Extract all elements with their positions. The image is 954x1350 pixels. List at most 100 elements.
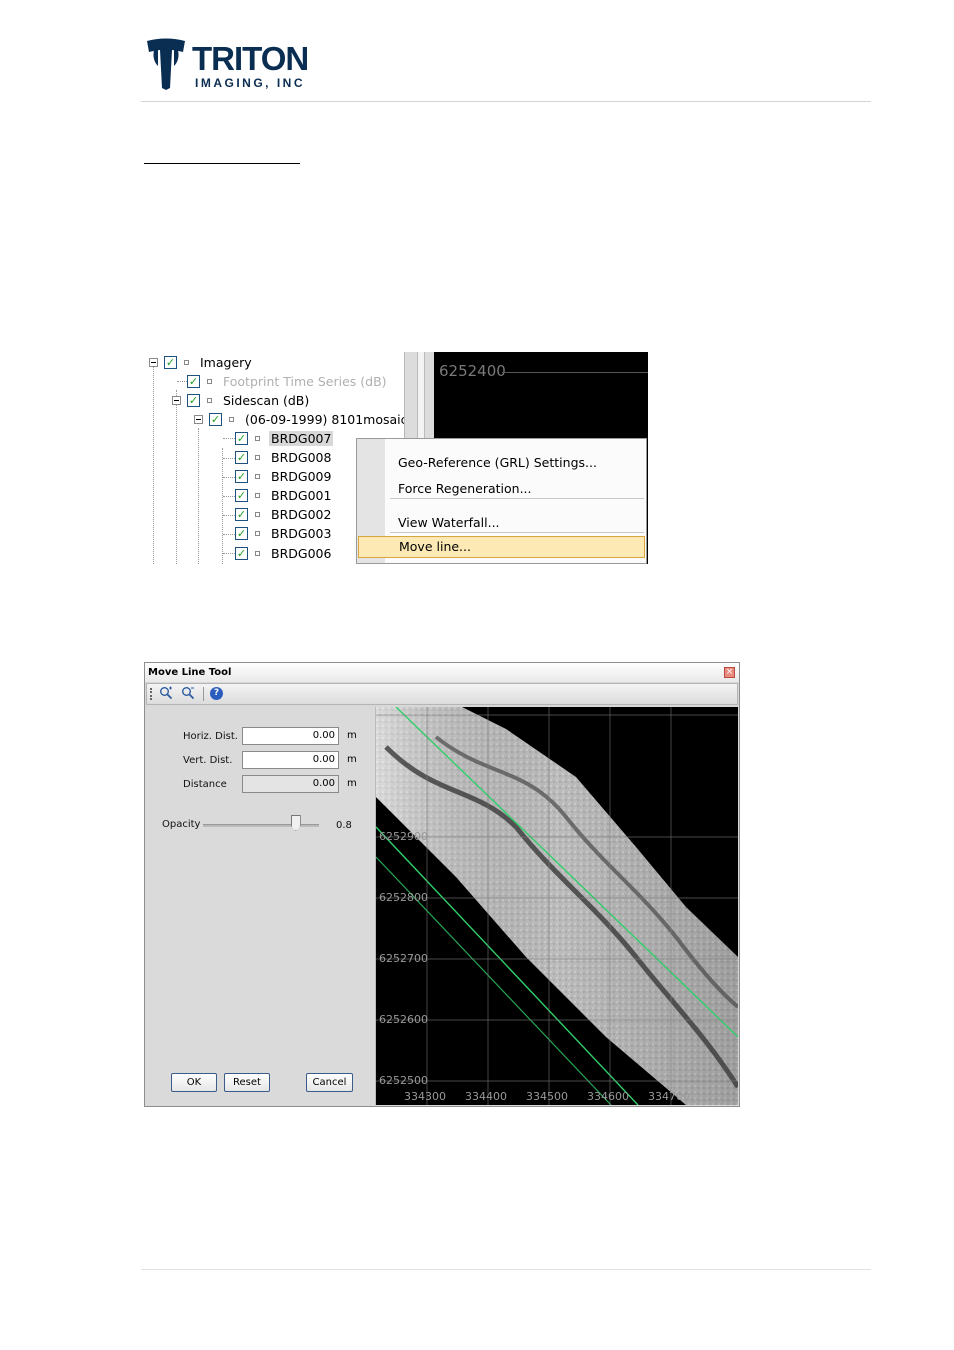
triton-logo: TRITON IMAGING, INC	[146, 38, 316, 94]
tree-node[interactable]: ✓ Footprint Time Series (dB)	[172, 372, 389, 390]
tree-connector	[223, 495, 235, 497]
opacity-value: 0.8	[336, 820, 352, 831]
y-axis-label: 6252900	[379, 830, 428, 843]
triton-trident-icon	[147, 38, 185, 90]
layer-node-icon	[207, 397, 212, 403]
opacity-slider-thumb[interactable]	[290, 815, 301, 831]
menu-item-force-regeneration[interactable]: Force Regeneration...	[390, 478, 644, 500]
settings-panel: Horiz. Dist. 0.00 m Vert. Dist. 0.00 m D…	[146, 707, 376, 1105]
layer-checkbox[interactable]: ✓	[235, 470, 248, 484]
layer-node-icon	[255, 474, 260, 480]
tree-node[interactable]: ✓ Imagery	[149, 353, 254, 371]
tree-node[interactable]: ✓ BRDG009	[235, 468, 333, 486]
help-icon[interactable]: ?	[210, 687, 223, 700]
collapse-icon[interactable]	[172, 395, 181, 405]
brand-name: TRITON	[192, 40, 309, 77]
layer-checkbox[interactable]: ✓	[235, 508, 248, 522]
distance-unit: m	[347, 778, 357, 789]
layer-node-icon	[255, 493, 260, 499]
collapse-icon[interactable]	[194, 414, 203, 424]
cancel-button[interactable]: Cancel	[306, 1073, 353, 1092]
tree-node[interactable]: ✓ BRDG003	[235, 525, 333, 543]
header-rule	[141, 101, 871, 102]
y-axis-label: 6252600	[379, 1013, 428, 1026]
tree-node[interactable]: ✓ BRDG007	[235, 429, 334, 447]
tree-node-label: (06-09-1999) 8101mosaic	[245, 411, 408, 427]
tree-node[interactable]: ✓ Sidescan (dB)	[172, 391, 311, 409]
y-axis-label: 6252800	[379, 891, 428, 904]
layer-checkbox[interactable]: ✓	[235, 546, 248, 560]
vert-dist-input[interactable]: 0.00	[242, 751, 339, 769]
sidescan-mosaic	[376, 707, 738, 1105]
tree-connector	[223, 514, 235, 516]
layer-checkbox[interactable]: ✓	[235, 431, 248, 445]
map-grid-line	[502, 372, 648, 373]
menu-item-view-waterfall[interactable]: View Waterfall...	[390, 512, 644, 534]
opacity-slider-track[interactable]	[203, 824, 319, 827]
vert-dist-unit: m	[347, 754, 357, 765]
toolbar-grip[interactable]	[150, 688, 154, 700]
heading-underline	[144, 163, 300, 164]
toolbar-separator	[203, 687, 204, 701]
tree-node-label: BRDG002	[271, 507, 332, 523]
zoom-in-icon[interactable]	[158, 686, 174, 702]
zoom-out-icon[interactable]	[180, 686, 196, 702]
tree-node-label: BRDG006	[271, 545, 332, 561]
tree-node[interactable]: ✓ BRDG002	[235, 506, 333, 524]
menu-item-georeference[interactable]: Geo-Reference (GRL) Settings...	[390, 452, 644, 474]
menu-item-move-line[interactable]: Move line...	[358, 536, 645, 558]
tree-node[interactable]: ✓ BRDG001	[235, 487, 333, 505]
footer-rule	[141, 1269, 871, 1270]
ok-button[interactable]: OK	[171, 1073, 217, 1092]
horiz-dist-input[interactable]: 0.00	[242, 727, 339, 745]
layer-checkbox[interactable]: ✓	[164, 355, 177, 369]
tree-connector	[223, 438, 235, 440]
tree-node-label: Sidescan (dB)	[223, 392, 310, 408]
tree-node[interactable]: ✓ BRDG006	[235, 544, 333, 562]
layer-tree-screenshot: ✓ Imagery ✓ Footprint Time Series (dB) ✓ Side…	[148, 352, 648, 564]
x-axis-label: 334600	[587, 1090, 629, 1103]
brand-subtitle: IMAGING, INC	[195, 76, 305, 90]
tree-node-label: BRDG007	[269, 430, 334, 446]
x-axis-label: 334700	[648, 1090, 690, 1103]
close-icon[interactable]: ×	[724, 667, 735, 678]
layer-checkbox[interactable]: ✓	[187, 374, 200, 388]
horiz-dist-label: Horiz. Dist.	[183, 731, 238, 742]
tree-connector	[223, 533, 235, 535]
layer-node-icon	[255, 512, 260, 518]
layer-checkbox[interactable]: ✓	[235, 527, 248, 541]
tree-connector	[153, 362, 154, 564]
distance-readonly-field: 0.00	[242, 775, 339, 793]
layer-checkbox[interactable]: ✓	[209, 412, 222, 426]
layer-node-icon	[255, 550, 260, 556]
tree-node[interactable]: ✓ (06-09-1999) 8101mosaic	[194, 410, 410, 428]
map-coordinate-label: 6252400	[439, 362, 506, 380]
layer-checkbox[interactable]: ✓	[187, 393, 200, 407]
tree-connector	[176, 390, 177, 564]
tree-node-label: BRDG008	[271, 450, 332, 465]
tree-node-label: BRDG003	[271, 526, 332, 542]
vert-dist-label: Vert. Dist.	[183, 755, 233, 766]
move-line-tool-dialog: Move Line Tool × ? Horiz. Dist. 0.00 m V…	[144, 662, 740, 1107]
dialog-title: Move Line Tool	[145, 663, 739, 682]
layer-checkbox[interactable]: ✓	[235, 451, 248, 464]
x-axis-label: 334500	[526, 1090, 568, 1103]
tree-node-label: Imagery	[200, 354, 252, 370]
layer-node-icon	[255, 435, 260, 441]
tree-connector	[223, 553, 235, 554]
layer-checkbox[interactable]: ✓	[235, 489, 248, 503]
dialog-toolbar: ?	[146, 683, 738, 705]
distance-label: Distance	[183, 779, 227, 790]
context-menu: Geo-Reference (GRL) Settings... Force Re…	[356, 438, 647, 564]
collapse-icon[interactable]	[149, 357, 158, 367]
horiz-dist-unit: m	[347, 730, 357, 741]
layer-node-icon	[255, 455, 260, 460]
opacity-label: Opacity	[162, 819, 201, 830]
tree-connector	[222, 448, 223, 564]
tree-node[interactable]: ✓ BRDG008	[235, 449, 333, 467]
sidescan-map-view[interactable]: 6252900 6252800 6252700 6252600 6252500 …	[376, 707, 738, 1105]
layer-node-icon	[255, 531, 260, 537]
reset-button[interactable]: Reset	[224, 1073, 270, 1092]
x-axis-label: 334400	[465, 1090, 507, 1103]
menu-separator	[390, 532, 644, 533]
